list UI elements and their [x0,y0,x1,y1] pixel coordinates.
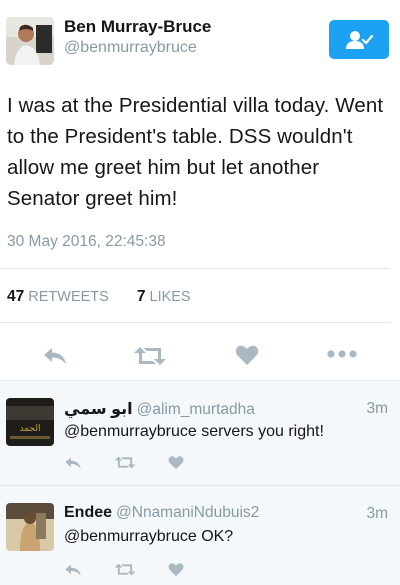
tweet-actions [0,338,400,370]
svg-text:الحمد: الحمد [20,424,41,434]
divider [0,485,400,486]
reply-icon[interactable] [64,456,82,470]
reply-actions [64,561,194,579]
likes-label: LIKES [149,289,191,305]
reply-author[interactable]: ابو سمي @alim_murtadha [64,399,255,419]
likes-stat[interactable]: 7 LIKES [137,288,191,306]
reply-author[interactable]: Endee @NnamaniNdubuis2 [64,504,259,522]
main-tweet: Ben Murray-Bruce @benmurraybruce I was a… [0,0,400,380]
reply-avatar[interactable] [6,503,54,551]
like-heart-icon[interactable] [235,344,259,366]
divider [0,268,390,269]
retweet-icon[interactable] [133,345,167,367]
tweet-timestamp: 30 May 2016, 22:45:38 [7,233,166,250]
reply-actions [64,454,194,472]
retweets-stat[interactable]: 47 RETWEETS [7,288,109,306]
reply-time: 3m [366,505,388,522]
reply-time: 3m [366,400,388,417]
author-handle[interactable]: @benmurraybruce [64,39,197,57]
retweets-label: RETWEETS [28,289,109,305]
reply-icon[interactable] [64,563,82,577]
reply-text: @benmurraybruce OK? [64,528,234,545]
replies-section: الحمد ابو سمي @alim_murtadha 3m @benmurra… [0,380,400,585]
follow-person-icon [346,30,373,49]
tweet-text: I was at the Presidential villa today. W… [7,94,384,210]
like-heart-icon[interactable] [168,455,184,470]
follow-button[interactable] [329,20,389,59]
retweet-icon[interactable] [114,455,136,470]
like-heart-icon[interactable] [168,562,184,577]
divider [0,380,400,381]
author-name[interactable]: Ben Murray-Bruce [64,17,211,37]
tweet-stats: 47 RETWEETS 7 LIKES [7,288,191,306]
reply-author-name: ابو سمي [64,401,133,418]
reply-icon[interactable] [42,346,68,366]
reply-author-handle: @alim_murtadha [136,401,255,418]
more-dots-icon[interactable] [327,350,357,358]
divider [0,322,390,323]
reply-avatar[interactable]: الحمد [6,398,54,446]
likes-count: 7 [136,288,146,305]
reply-text: @benmurraybruce servers you right! [64,423,324,440]
reply-author-handle: @NnamaniNdubuis2 [116,504,260,521]
reply-author-name: Endee [64,504,113,521]
author-avatar[interactable] [6,17,54,65]
retweets-count: 47 [7,288,25,305]
retweet-icon[interactable] [114,562,136,577]
